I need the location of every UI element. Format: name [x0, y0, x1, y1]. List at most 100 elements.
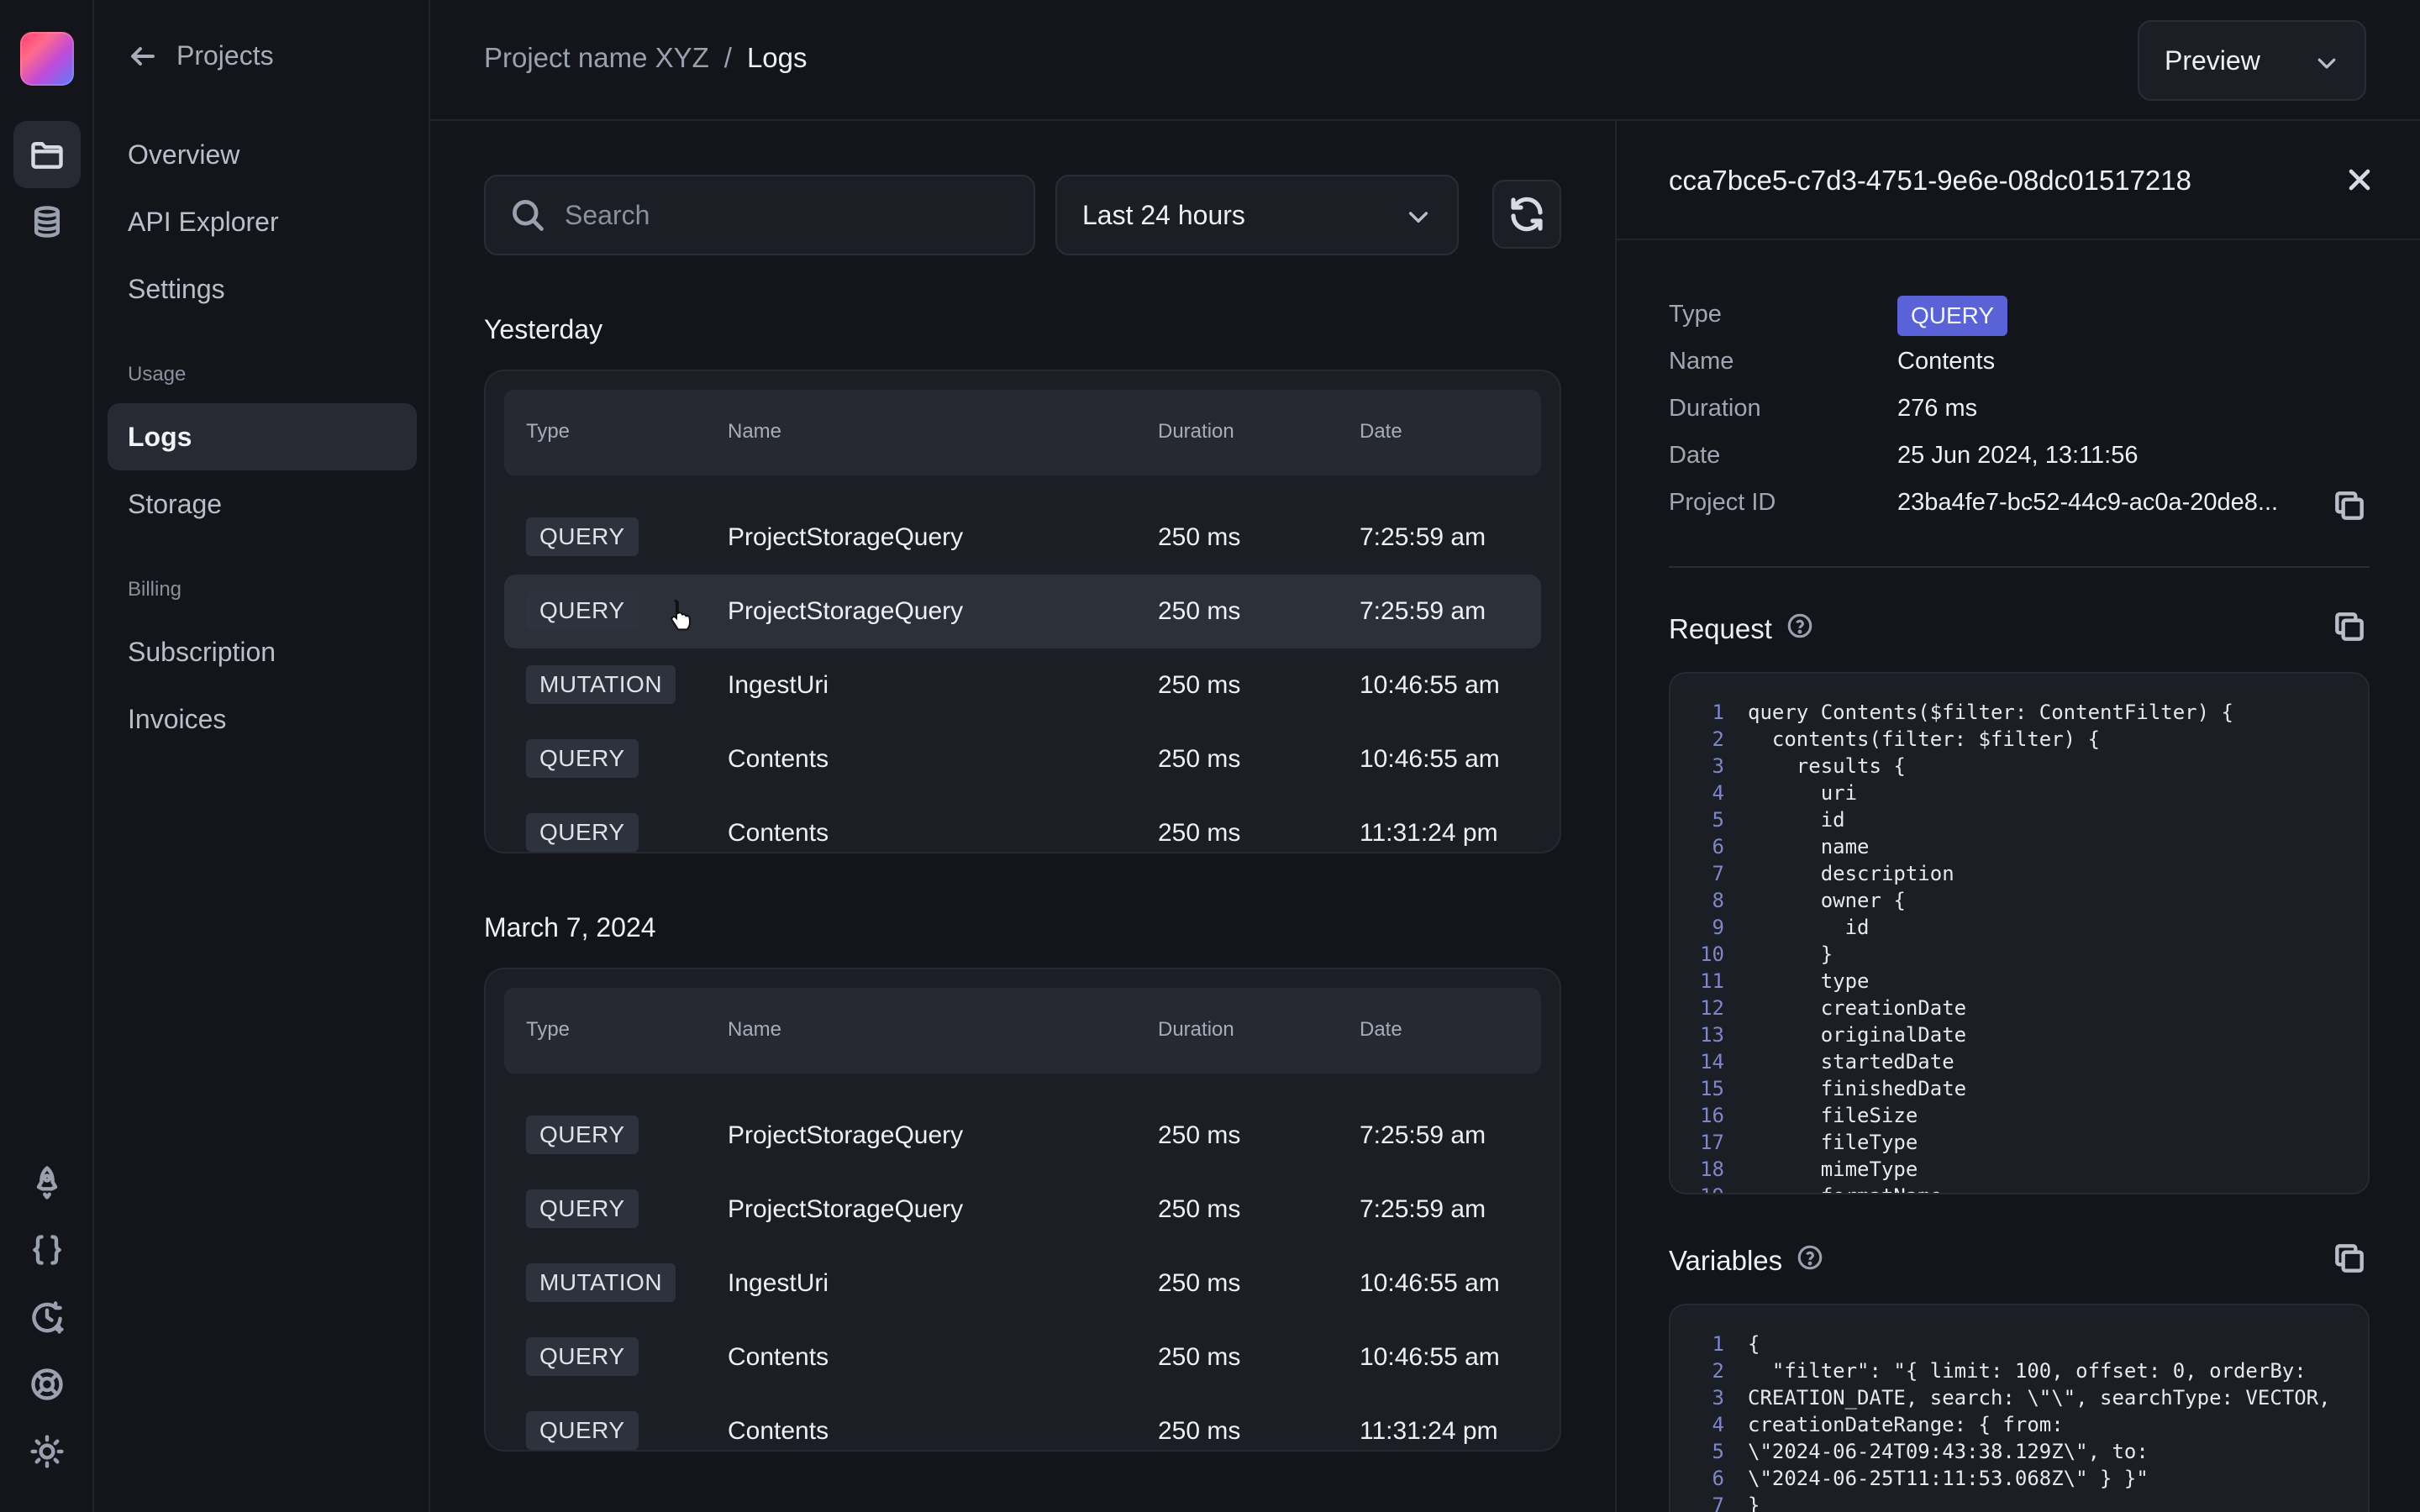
row-duration: 250 ms: [1158, 671, 1241, 699]
back-to-projects[interactable]: Projects: [128, 40, 274, 71]
table-row[interactable]: QUERY ProjectStorageQuery 250 ms 7:25:59…: [504, 1099, 1541, 1173]
code-text: results {: [1748, 754, 1906, 778]
braces-icon[interactable]: [13, 1216, 81, 1284]
line-number: 17: [1700, 1131, 1724, 1154]
billing-heading: Billing: [128, 578, 182, 601]
code-text: mimeType: [1748, 1158, 1918, 1181]
code-line: 2 contents(filter: $filter) {: [1670, 726, 2368, 753]
row-duration: 250 ms: [1158, 1121, 1241, 1149]
line-number: 7: [1712, 862, 1724, 885]
help-icon[interactable]: [1786, 612, 1814, 647]
table-header: Type Name Duration Date: [504, 988, 1541, 1074]
row-duration: 250 ms: [1158, 597, 1241, 625]
line-number: 6: [1712, 1467, 1724, 1490]
table-row[interactable]: QUERY ProjectStorageQuery 250 ms 7:25:59…: [504, 1173, 1541, 1247]
line-number: 2: [1712, 1359, 1724, 1383]
code-text: }: [1748, 942, 1833, 966]
line-number: 1: [1712, 1332, 1724, 1356]
sidebar-item-overview[interactable]: Overview: [108, 121, 417, 188]
table-row[interactable]: QUERY Contents 250 ms 10:46:55 am: [504, 1320, 1541, 1394]
line-number: 3: [1712, 754, 1724, 778]
line-number: 5: [1712, 1440, 1724, 1463]
divider: [1669, 566, 2370, 568]
table-row[interactable]: MUTATION IngestUri 250 ms 10:46:55 am: [504, 1247, 1541, 1320]
table-row[interactable]: QUERY Contents 250 ms 10:46:55 am: [504, 722, 1541, 796]
folder-icon[interactable]: [13, 121, 81, 188]
chevron-down-icon: [1408, 212, 1428, 223]
time-range-select[interactable]: Last 24 hours: [1055, 175, 1459, 255]
table-row[interactable]: MUTATION IngestUri 250 ms 10:46:55 am: [504, 648, 1541, 722]
preview-dropdown[interactable]: Preview: [2138, 20, 2366, 101]
code-line: 19 formatName: [1670, 1183, 2368, 1193]
name-value: Contents: [1897, 348, 1996, 375]
app-logo[interactable]: [20, 32, 74, 86]
sidebar-item-subscription[interactable]: Subscription: [108, 618, 417, 685]
row-date: 10:46:55 am: [1360, 1343, 1500, 1371]
row-date: 7:25:59 am: [1360, 523, 1486, 551]
line-number: 15: [1700, 1077, 1724, 1100]
row-name: ProjectStorageQuery: [728, 1195, 964, 1223]
close-button[interactable]: [2343, 163, 2376, 197]
code-text: uri: [1748, 781, 1858, 805]
row-date: 11:31:24 pm: [1360, 1417, 1498, 1445]
search-box[interactable]: [484, 175, 1035, 255]
code-line: 18 mimeType: [1670, 1156, 2368, 1183]
line-number: 4: [1712, 781, 1724, 805]
row-date: 7:25:59 am: [1360, 597, 1486, 625]
copy-icon[interactable]: [2331, 1240, 2368, 1277]
date-value: 25 Jun 2024, 13:11:56: [1897, 442, 2139, 469]
column-duration: Duration: [1158, 1018, 1234, 1041]
sidebar-item-storage[interactable]: Storage: [108, 470, 417, 538]
search-icon: [513, 200, 544, 231]
code-line: 6 \"2024-06-25T11:11:53.068Z\" } }": [1670, 1465, 2368, 1492]
history-icon[interactable]: [13, 1284, 81, 1351]
icon-rail: [0, 0, 94, 1512]
variables-code-block[interactable]: 1{2 "filter": "{ limit: 100, offset: 0, …: [1669, 1304, 2370, 1512]
pointer-cursor-icon: [671, 599, 692, 631]
sun-icon[interactable]: [13, 1418, 81, 1485]
code-text: id: [1748, 808, 1845, 832]
project-id-value: 23ba4fe7-bc52-44c9-ac0a-20de8...: [1897, 489, 2279, 516]
code-text: owner {: [1748, 889, 1906, 912]
table-row[interactable]: QUERY ProjectStorageQuery 250 ms 7:25:59…: [504, 575, 1541, 648]
type-badge: QUERY: [526, 739, 639, 778]
name-label: Name: [1669, 348, 1734, 375]
help-icon[interactable]: [1796, 1243, 1824, 1278]
search-input[interactable]: [565, 199, 1002, 231]
sidebar-item-invoices[interactable]: Invoices: [108, 685, 417, 753]
code-text: originalDate: [1748, 1023, 1967, 1047]
column-date: Date: [1360, 1018, 1402, 1041]
code-text: {: [1748, 1332, 1760, 1356]
copy-icon[interactable]: [2331, 487, 2368, 524]
database-icon[interactable]: [13, 188, 81, 255]
type-badge: QUERY: [1897, 296, 2008, 336]
row-duration: 250 ms: [1158, 1195, 1241, 1223]
code-text: \"2024-06-25T11:11:53.068Z\" } }": [1748, 1467, 2149, 1490]
table-row[interactable]: QUERY Contents 250 ms 11:31:24 pm: [504, 796, 1541, 870]
code-text: startedDate: [1748, 1050, 1954, 1074]
refresh-button[interactable]: [1492, 180, 1561, 249]
breadcrumb-project[interactable]: Project name XYZ: [484, 42, 709, 74]
sidebar-item-api-explorer[interactable]: API Explorer: [108, 188, 417, 255]
row-date: 11:31:24 pm: [1360, 819, 1498, 847]
code-line: 3 results {: [1670, 753, 2368, 780]
row-duration: 250 ms: [1158, 1269, 1241, 1297]
line-number: 9: [1712, 916, 1724, 939]
sidebar-item-settings[interactable]: Settings: [108, 255, 417, 323]
type-badge: QUERY: [526, 1116, 639, 1154]
line-number: 4: [1712, 1413, 1724, 1436]
column-duration: Duration: [1158, 420, 1234, 443]
lifebuoy-icon[interactable]: [13, 1351, 81, 1418]
table-row[interactable]: QUERY Contents 250 ms 11:31:24 pm: [504, 1394, 1541, 1468]
row-duration: 250 ms: [1158, 819, 1241, 847]
table-row[interactable]: QUERY ProjectStorageQuery 250 ms 7:25:59…: [504, 501, 1541, 575]
rocket-icon[interactable]: [13, 1149, 81, 1216]
line-number: 2: [1712, 727, 1724, 751]
request-code-block[interactable]: 1 query Contents($filter: ContentFilter) …: [1669, 672, 2370, 1194]
code-line: 16 fileSize: [1670, 1102, 2368, 1129]
copy-icon[interactable]: [2331, 608, 2368, 645]
sidebar-item-logs[interactable]: Logs: [108, 403, 417, 470]
row-date: 10:46:55 am: [1360, 671, 1500, 699]
code-text: formatName: [1748, 1183, 1943, 1193]
code-line: 5 \"2024-06-24T09:43:38.129Z\", to:: [1670, 1438, 2368, 1465]
